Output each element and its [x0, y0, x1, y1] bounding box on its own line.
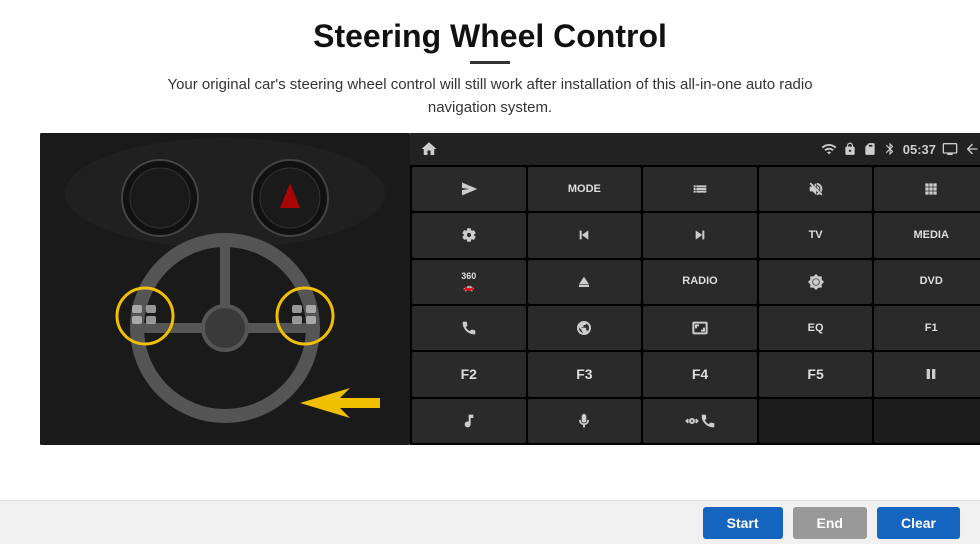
btn-eq[interactable]: EQ	[759, 306, 873, 350]
page-container: Steering Wheel Control Your original car…	[0, 0, 980, 544]
content-row: 05:37 MODE	[40, 133, 940, 445]
btn-empty1	[759, 399, 873, 443]
vol-phone-icon	[684, 413, 700, 429]
btn-phone[interactable]	[412, 306, 526, 350]
btn-f2[interactable]: F2	[412, 352, 526, 396]
apps-icon	[923, 181, 939, 197]
hu-status-left	[420, 140, 438, 158]
home-icon	[420, 140, 438, 158]
btn-media[interactable]: MEDIA	[874, 213, 980, 257]
btn-mic[interactable]	[528, 399, 642, 443]
start-button[interactable]: Start	[703, 507, 783, 539]
btn-settings[interactable]	[412, 213, 526, 257]
btn-nav-arrow[interactable]	[412, 167, 526, 211]
hu-status-right: 05:37	[821, 141, 980, 157]
steering-wheel-bg	[40, 133, 410, 445]
btn-mode[interactable]: MODE	[528, 167, 642, 211]
btn-tv[interactable]: TV	[759, 213, 873, 257]
time-display: 05:37	[903, 142, 936, 157]
head-unit: 05:37 MODE	[410, 133, 980, 445]
list-icon	[692, 181, 708, 197]
btn-brightness[interactable]	[759, 260, 873, 304]
nav-arrow-icon	[461, 181, 477, 197]
btn-list[interactable]	[643, 167, 757, 211]
sd-icon	[863, 142, 877, 156]
btn-music[interactable]	[412, 399, 526, 443]
btn-globe[interactable]	[528, 306, 642, 350]
dashboard-svg	[40, 133, 410, 445]
btn-aspect[interactable]	[643, 306, 757, 350]
btn-prev[interactable]	[528, 213, 642, 257]
phone-icon	[461, 320, 477, 336]
btn-playpause[interactable]	[874, 352, 980, 396]
wifi-icon	[821, 141, 837, 157]
back-icon	[964, 141, 980, 157]
car-image	[40, 133, 410, 445]
settings-icon	[461, 227, 477, 243]
brightness-icon	[808, 274, 824, 290]
hu-button-grid: MODE TV	[410, 165, 980, 445]
bottom-bar: Start End Clear	[0, 500, 980, 544]
aspect-icon	[692, 320, 708, 336]
btn-eject[interactable]	[528, 260, 642, 304]
btn-radio[interactable]: RADIO	[643, 260, 757, 304]
mic-icon	[576, 413, 592, 429]
btn-dvd[interactable]: DVD	[874, 260, 980, 304]
btn-empty2	[874, 399, 980, 443]
skip-prev-icon	[576, 227, 592, 243]
btn-360cam[interactable]: 360🚗	[412, 260, 526, 304]
skip-next-icon	[692, 227, 708, 243]
btn-f4[interactable]: F4	[643, 352, 757, 396]
btn-vol-phone[interactable]	[643, 399, 757, 443]
btn-mute[interactable]	[759, 167, 873, 211]
btn-f3[interactable]: F3	[528, 352, 642, 396]
lock-icon	[843, 142, 857, 156]
title-divider	[470, 61, 510, 64]
bluetooth-icon	[883, 142, 897, 156]
page-title: Steering Wheel Control	[313, 18, 667, 55]
play-pause-icon	[923, 366, 939, 382]
btn-f1[interactable]: F1	[874, 306, 980, 350]
phone-small-icon	[700, 413, 716, 429]
globe-icon	[576, 320, 592, 336]
clear-button[interactable]: Clear	[877, 507, 960, 539]
screen-icon	[942, 141, 958, 157]
hu-topbar: 05:37	[410, 133, 980, 165]
page-subtitle: Your original car's steering wheel contr…	[140, 74, 840, 119]
btn-apps[interactable]	[874, 167, 980, 211]
eject-icon	[576, 274, 592, 290]
music-icon	[461, 413, 477, 429]
btn-f5[interactable]: F5	[759, 352, 873, 396]
mute-icon	[808, 181, 824, 197]
btn-next[interactable]	[643, 213, 757, 257]
end-button[interactable]: End	[793, 507, 867, 539]
